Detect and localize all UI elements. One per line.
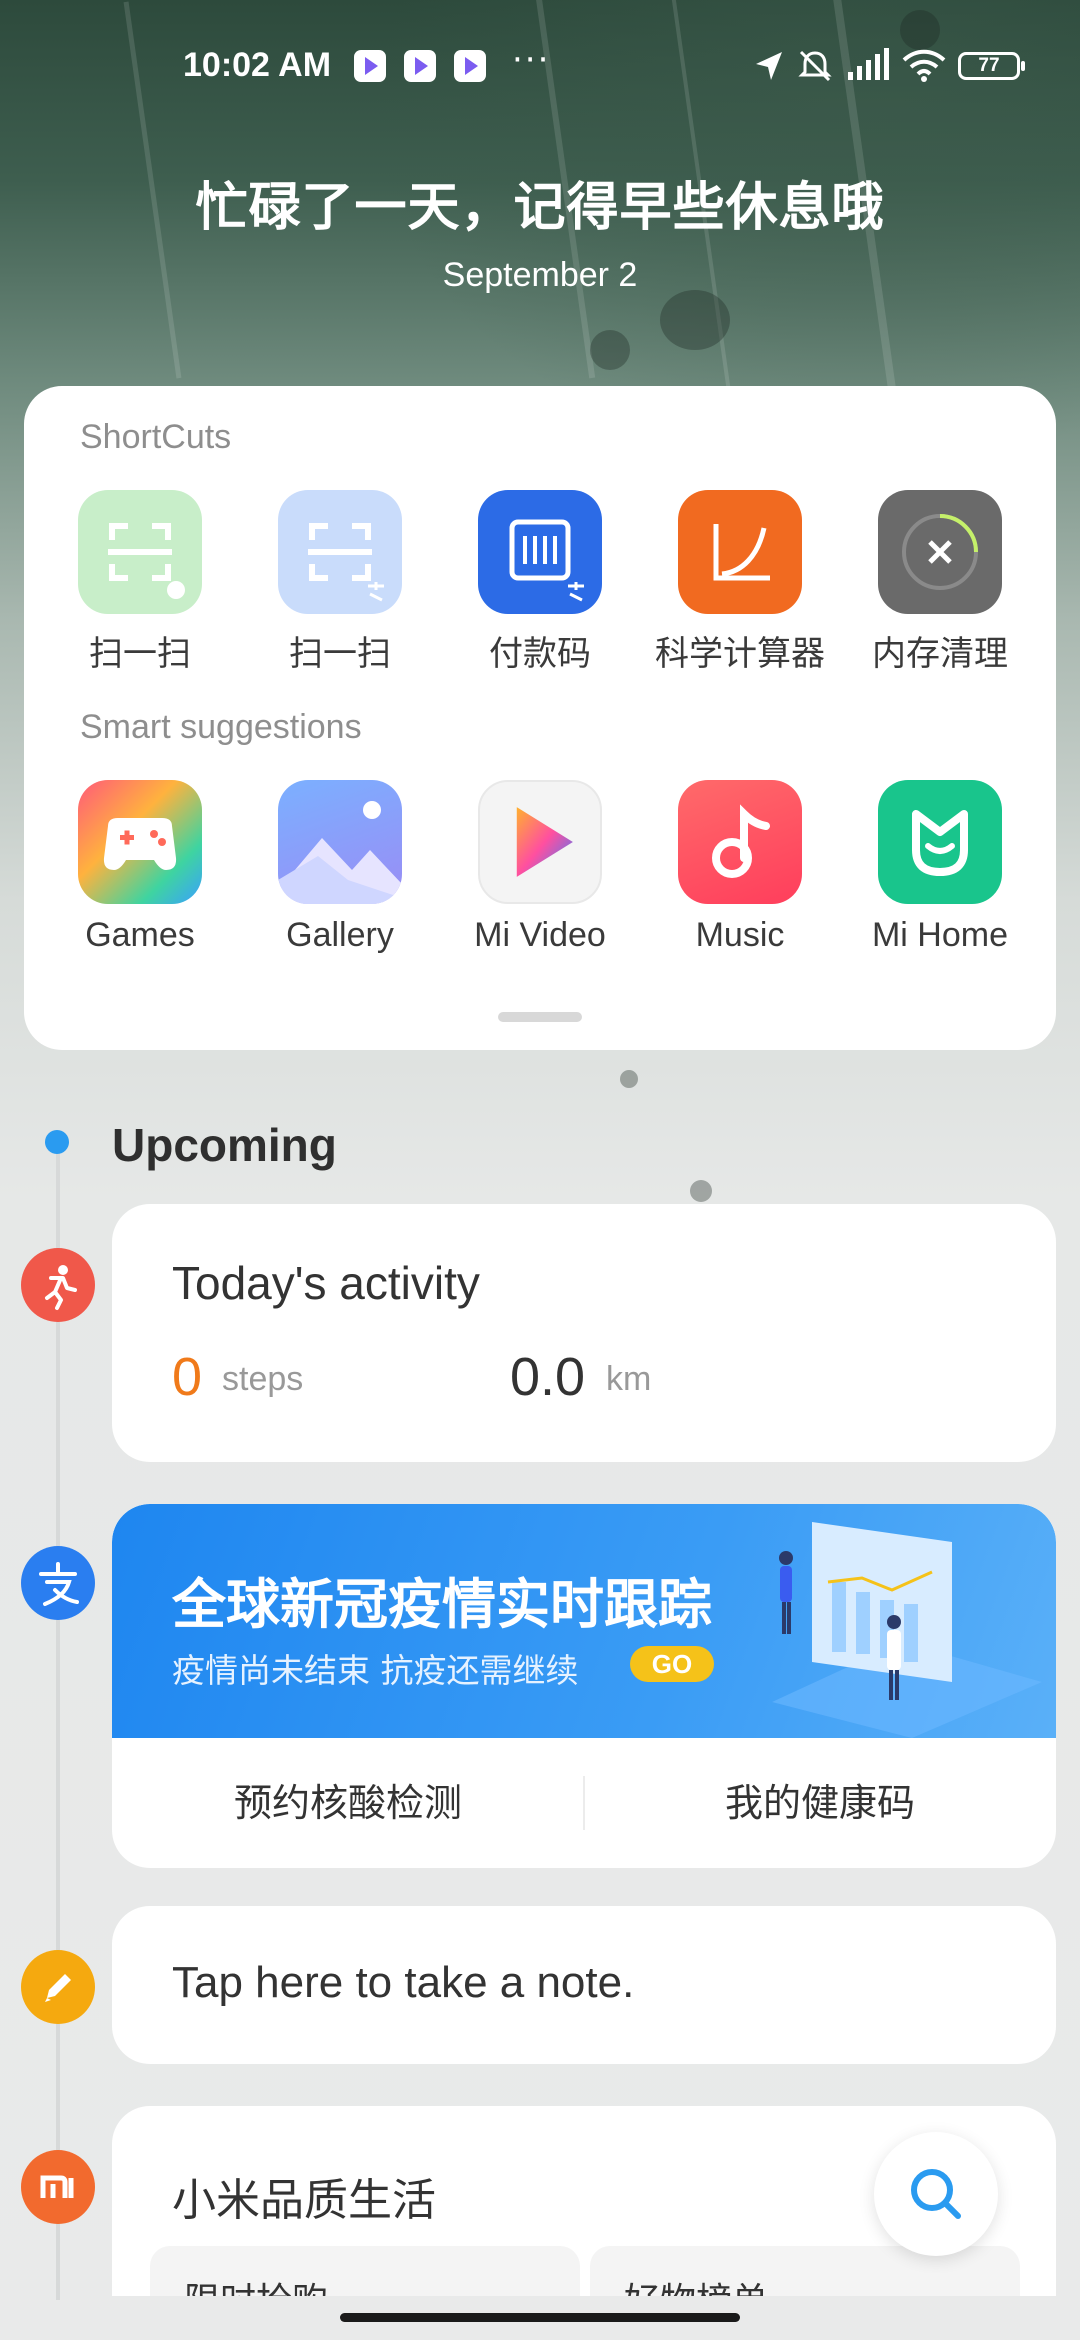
distance-value: 0.0 bbox=[510, 1347, 586, 1407]
flash-sale-tile[interactable]: 限时抢购 bbox=[150, 2246, 580, 2296]
location-icon bbox=[756, 52, 782, 80]
shortcut-label: 付款码 bbox=[489, 635, 591, 673]
wallpaper-rock bbox=[620, 1070, 638, 1088]
music-icon bbox=[678, 780, 802, 904]
distance-unit: km bbox=[606, 1360, 652, 1398]
suggestion-label: Mi Video bbox=[474, 916, 606, 954]
suggestion-games[interactable]: Games bbox=[40, 780, 240, 955]
greeting-title: 忙碌了一天，记得早些休息哦 bbox=[195, 178, 885, 238]
book-nucleic-test-button[interactable]: 预约核酸检测 bbox=[112, 1738, 584, 1868]
suggestion-label: Music bbox=[695, 916, 785, 954]
notification-video-icon bbox=[354, 50, 386, 82]
data-board-illustration bbox=[772, 1522, 1042, 1738]
shortcut-memory-cleanup[interactable]: 内存清理 bbox=[840, 490, 1040, 675]
covid-banner[interactable]: 全球新冠疫情实时跟踪 疫情尚未结束 抗疫还需继续 GO bbox=[112, 1504, 1056, 1738]
shortcuts-label: ShortCuts bbox=[80, 418, 232, 456]
mi-life-title: 小米品质生活 bbox=[172, 2175, 436, 2226]
shortcut-scientific-calculator[interactable]: 科学计算器 bbox=[640, 490, 840, 675]
covid-go-button[interactable]: GO bbox=[630, 1646, 714, 1682]
top-picks-label: 好物榜单 bbox=[624, 2272, 768, 2296]
mi-video-icon bbox=[478, 780, 602, 904]
health-code-button[interactable]: 我的健康码 bbox=[584, 1738, 1056, 1868]
suggestion-mi-home[interactable]: Mi Home bbox=[840, 780, 1040, 955]
upcoming-dot bbox=[45, 1130, 69, 1154]
shortcut-label: 扫一扫 bbox=[289, 635, 391, 673]
gallery-icon bbox=[278, 780, 402, 904]
greeting-date: September 2 bbox=[442, 256, 638, 294]
suggestion-music[interactable]: Music bbox=[640, 780, 840, 955]
wifi-icon bbox=[902, 49, 946, 82]
suggestion-label: Games bbox=[85, 916, 195, 954]
covid-title: 全球新冠疫情实时跟踪 bbox=[172, 1573, 712, 1636]
shortcuts-card: ShortCuts 扫一扫 扫一扫 付款码 科学计算器 内存清理 Smart s… bbox=[24, 386, 1056, 1050]
wallpaper-rock bbox=[660, 290, 730, 350]
smart-suggestions-label: Smart suggestions bbox=[80, 708, 362, 746]
suggestion-label: Gallery bbox=[286, 916, 394, 954]
wallpaper-rock bbox=[590, 330, 630, 370]
upcoming-heading: Upcoming bbox=[112, 1119, 337, 1171]
scientific-calculator-icon bbox=[678, 490, 802, 614]
suggestion-gallery[interactable]: Gallery bbox=[240, 780, 440, 955]
signal-icon bbox=[848, 48, 889, 80]
search-icon bbox=[911, 2169, 961, 2219]
mi-home-icon bbox=[878, 780, 1002, 904]
shortcut-scan-alipay[interactable]: 扫一扫 bbox=[240, 490, 440, 675]
activity-card[interactable]: Today's activity 0 steps 0.0 km bbox=[112, 1204, 1056, 1462]
memory-cleanup-icon bbox=[878, 490, 1002, 614]
home-indicator[interactable] bbox=[340, 2313, 740, 2322]
scan-wechat-icon bbox=[78, 490, 202, 614]
shortcut-payment-code[interactable]: 付款码 bbox=[440, 490, 640, 675]
covid-subtitle: 疫情尚未结束 抗疫还需继续 bbox=[172, 1651, 579, 1690]
suggestion-mi-video[interactable]: Mi Video bbox=[440, 780, 640, 955]
more-notifications-icon: ··· bbox=[512, 40, 551, 80]
running-icon bbox=[21, 1248, 95, 1322]
pencil-icon bbox=[21, 1950, 95, 2024]
note-card[interactable]: Tap here to take a note. bbox=[112, 1906, 1056, 2064]
search-button[interactable] bbox=[874, 2132, 998, 2256]
suggestion-label: Mi Home bbox=[871, 916, 1009, 954]
card-drag-handle[interactable] bbox=[498, 1012, 582, 1022]
wallpaper-rock bbox=[690, 1180, 712, 1202]
status-bar: 10:02 AM ··· 77 bbox=[0, 40, 1080, 96]
shortcut-label: 内存清理 bbox=[872, 635, 1008, 673]
battery-indicator: 77 bbox=[958, 52, 1025, 80]
timeline-line bbox=[56, 1150, 60, 2300]
steps-value: 0 bbox=[172, 1347, 203, 1407]
scan-alipay-icon bbox=[278, 490, 402, 614]
status-time: 10:02 AM bbox=[183, 46, 332, 84]
alipay-icon bbox=[21, 1546, 95, 1620]
notification-video-icon bbox=[404, 50, 436, 82]
covid-card: 全球新冠疫情实时跟踪 疫情尚未结束 抗疫还需继续 GO 预约核酸检测 我的健康码 bbox=[112, 1504, 1056, 1868]
steps-unit: steps bbox=[222, 1360, 304, 1398]
shortcut-label: 扫一扫 bbox=[89, 635, 191, 673]
shortcut-scan-wechat[interactable]: 扫一扫 bbox=[40, 490, 240, 675]
flash-sale-label: 限时抢购 bbox=[184, 2272, 328, 2296]
muted-bell-icon bbox=[798, 50, 832, 82]
activity-title: Today's activity bbox=[172, 1257, 480, 1309]
shortcut-label: 科学计算器 bbox=[655, 635, 825, 673]
mi-logo-icon bbox=[21, 2150, 95, 2224]
games-icon bbox=[78, 780, 202, 904]
payment-code-icon bbox=[478, 490, 602, 614]
notification-video-icon bbox=[454, 50, 486, 82]
note-placeholder: Tap here to take a note. bbox=[172, 1958, 635, 2007]
